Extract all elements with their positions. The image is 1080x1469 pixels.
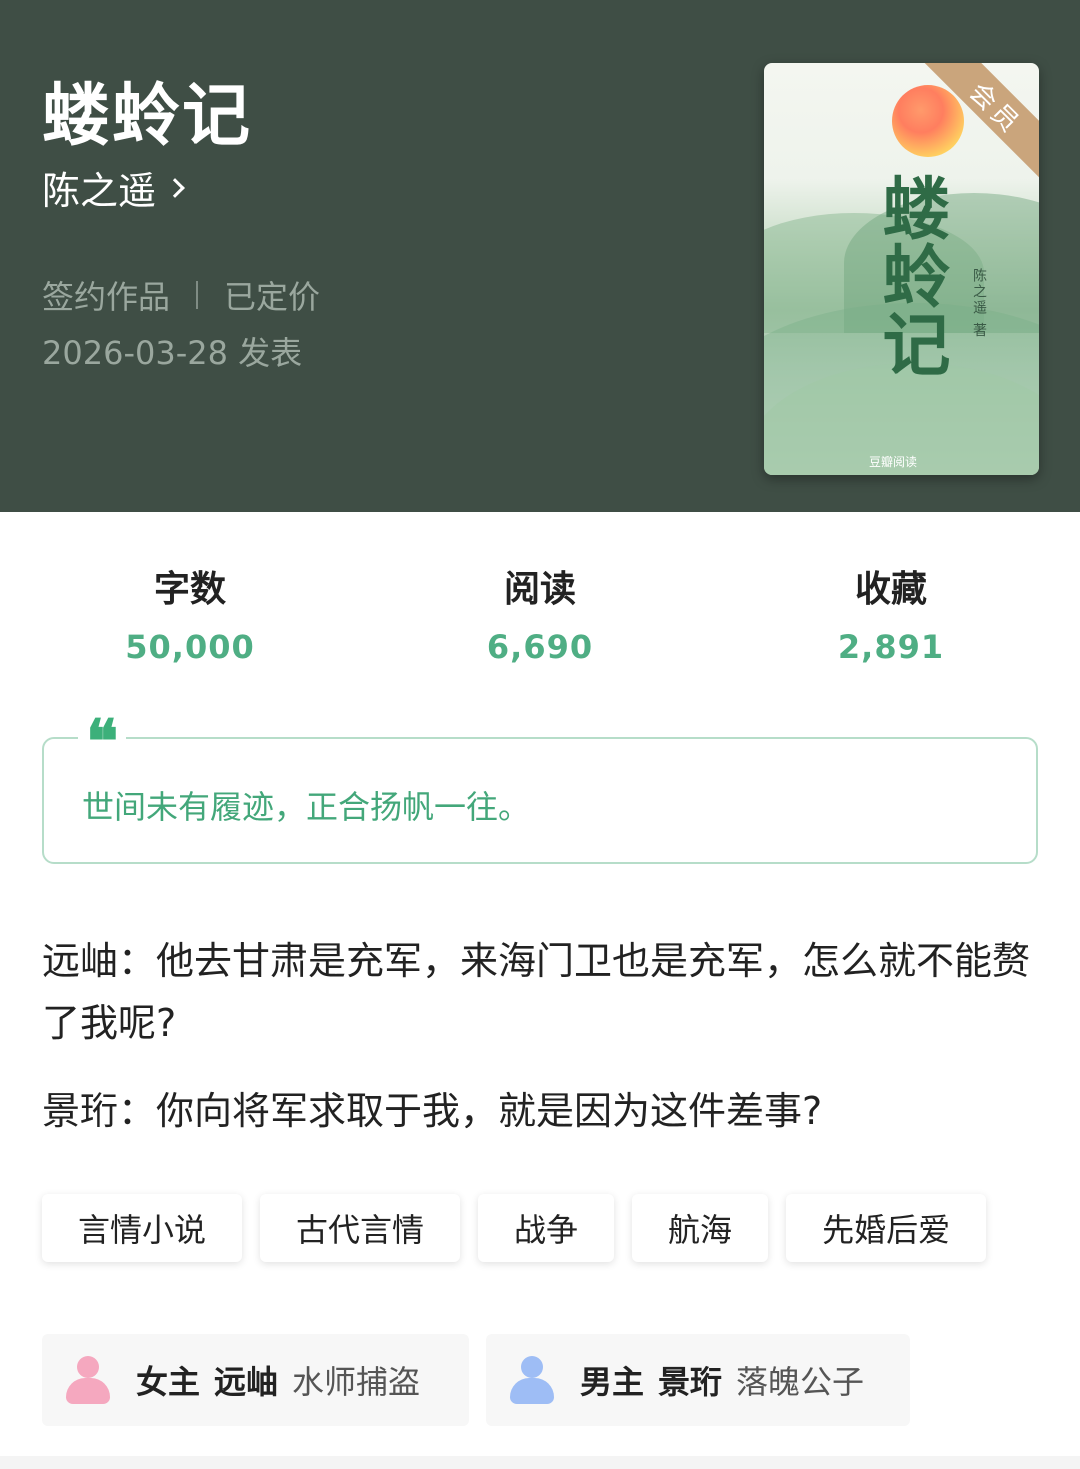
author-name: 陈之遥: [42, 169, 157, 213]
tag-list: 言情小说 古代言情 战争 航海 先婚后爱: [42, 1194, 1004, 1262]
role-card-female-lead[interactable]: 女主 远岫 水师捕盗: [42, 1334, 469, 1426]
cover-sun: [892, 85, 964, 157]
stat-reads: 阅读 6,690: [390, 560, 690, 666]
book-title: 蝼蛉记: [42, 77, 253, 156]
section-divider: [0, 1456, 1080, 1469]
author-link[interactable]: 陈之遥: [42, 160, 185, 215]
cover-author: 陈之遥 著: [971, 268, 987, 339]
tag-item[interactable]: 言情小说: [42, 1194, 243, 1262]
role-kind: 女主: [136, 1363, 201, 1401]
stat-label: 阅读: [503, 569, 576, 610]
book-stats: 字数 50,000 阅读 6,690 收藏 2,891: [0, 560, 1080, 670]
stat-word-count: 字数 50,000: [40, 560, 340, 666]
meta-divider: [196, 281, 199, 309]
stat-value: 2,891: [837, 628, 945, 666]
female-avatar-icon: [66, 1356, 110, 1404]
role-desc: 落魄公子: [736, 1363, 865, 1401]
cover-brand: 豆瓣阅读: [869, 455, 918, 469]
publish-date: 2026-03-28 发表: [42, 334, 303, 372]
stat-value: 50,000: [125, 628, 255, 666]
pricing-status: 已定价: [224, 278, 321, 316]
tag-item[interactable]: 先婚后爱: [786, 1194, 987, 1262]
stat-label: 字数: [153, 569, 226, 610]
synopsis-line-1: 远岫：他去甘肃是充军，来海门卫也是充军，怎么就不能赘了我呢?: [42, 939, 1031, 1045]
role-name: 远岫: [214, 1363, 279, 1401]
role-desc: 水师捕盗: [292, 1363, 421, 1401]
role-card-male-lead[interactable]: 男主 景珩 落魄公子: [486, 1334, 910, 1426]
stat-favorites: 收藏 2,891: [741, 560, 1041, 666]
synopsis-line-2: 景珩：你向将军求取于我，就是因为这件差事?: [42, 1089, 823, 1133]
role-kind: 男主: [580, 1363, 645, 1401]
role-name: 景珩: [658, 1363, 723, 1401]
stat-label: 收藏: [854, 569, 927, 610]
book-cover[interactable]: 蝼蛉记 陈之遥 著 豆瓣阅读 会员: [764, 63, 1039, 475]
cover-title: 蝼蛉记: [870, 173, 950, 377]
book-header: 蝼蛉记 陈之遥 签约作品 已定价 2026-03-28 发表 蝼蛉记 陈之遥 著…: [0, 0, 1080, 512]
chevron-right-icon: [165, 177, 185, 198]
tag-item[interactable]: 古代言情: [260, 1194, 461, 1262]
tag-item[interactable]: 航海: [632, 1194, 769, 1262]
tagline-text: 世间未有履迹，正合扬帆一往。: [82, 788, 531, 826]
tag-item[interactable]: 战争: [478, 1194, 615, 1262]
stat-value: 6,690: [486, 628, 594, 666]
quote-icon: ❝: [78, 712, 127, 772]
book-meta: 签约作品 已定价: [42, 272, 320, 318]
male-avatar-icon: [510, 1356, 554, 1404]
contract-status: 签约作品: [42, 278, 171, 316]
